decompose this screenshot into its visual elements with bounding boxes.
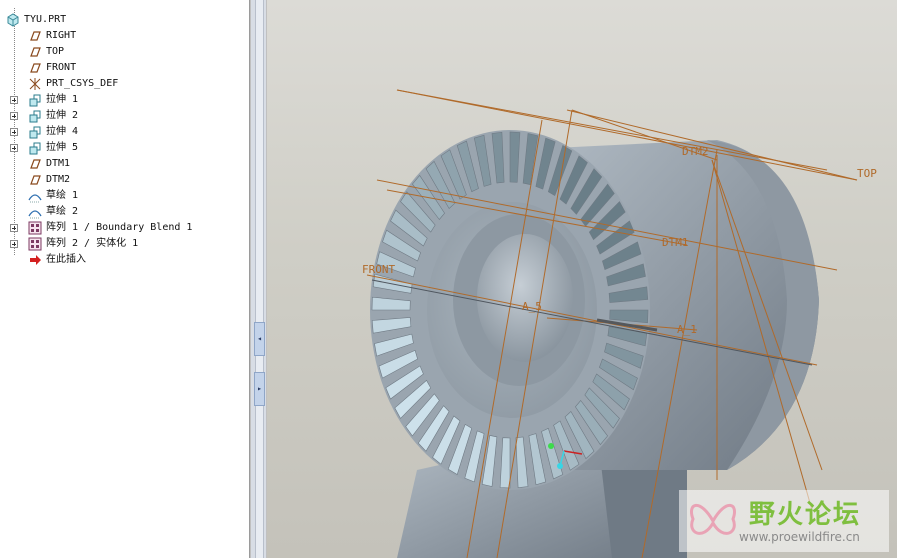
- datum-label-dtm1[interactable]: DTM1: [662, 236, 689, 249]
- tree-item-label: TOP: [46, 46, 65, 57]
- sketch-icon: [28, 194, 42, 203]
- expand-plus-icon[interactable]: [10, 224, 18, 232]
- datum-label-front[interactable]: FRONT: [362, 263, 395, 276]
- datum-plane-icon: [30, 159, 41, 169]
- csys-icon: [29, 78, 41, 90]
- chevron-right-icon: ▸: [257, 384, 262, 393]
- expand-plus-icon[interactable]: [10, 128, 18, 136]
- expand-right-button[interactable]: ▸: [254, 372, 265, 406]
- datum-plane-icon: [30, 175, 41, 185]
- tree-item[interactable]: 拉伸 2: [0, 108, 248, 124]
- tree-item-label: 草绘 2: [46, 206, 79, 217]
- tree-item[interactable]: 拉伸 5: [0, 140, 248, 156]
- tree-item-label: DTM1: [46, 158, 71, 169]
- watermark-title: 野火论坛: [749, 500, 862, 530]
- tree-item[interactable]: 草绘 1: [0, 188, 248, 204]
- tree-item-label: 阵列 2 / 实体化 1: [46, 238, 139, 249]
- extrude-icon: [29, 94, 41, 107]
- datum-plane-icon: [30, 31, 41, 41]
- tree-item[interactable]: 拉伸 1: [0, 92, 248, 108]
- graphics-viewport[interactable]: DTM2 TOP DTM1 FRONT A_5 A_1 野火论坛 www.pro…: [267, 0, 897, 558]
- tree-item-label: DTM2: [46, 174, 71, 185]
- tree-item-label: 阵列 1 / Boundary Blend 1: [46, 222, 193, 233]
- extrude-icon: [29, 126, 41, 139]
- expand-plus-icon[interactable]: [10, 144, 18, 152]
- watermark: 野火论坛 www.proewildfire.cn: [679, 490, 889, 552]
- tree-item[interactable]: DTM2: [0, 172, 248, 188]
- datum-label-top[interactable]: TOP: [857, 167, 877, 180]
- insert-here-arrow-icon: [30, 255, 41, 265]
- tree-item-label: 拉伸 2: [46, 110, 79, 121]
- model-tree-panel: TYU.PRT RIGHT TOP FRONT PRT_CSYS_DEF 拉伸 1 拉伸 …: [0, 0, 250, 558]
- pattern-icon: [28, 221, 42, 235]
- tree-item[interactable]: RIGHT: [0, 28, 248, 44]
- tree-item[interactable]: TOP: [0, 44, 248, 60]
- tree-item[interactable]: 草绘 2: [0, 204, 248, 220]
- butterfly-logo-icon: [690, 503, 736, 535]
- panel-splitter[interactable]: ◂ ▸: [250, 0, 267, 558]
- watermark-url: www.proewildfire.cn: [739, 530, 860, 544]
- tree-item-label: 拉伸 4: [46, 126, 79, 137]
- tree-item-label: 拉伸 5: [46, 142, 79, 153]
- splitter-band: [255, 0, 264, 558]
- expand-plus-icon[interactable]: [10, 240, 18, 248]
- datum-plane-icon: [30, 47, 41, 57]
- tree-item[interactable]: 阵列 1 / Boundary Blend 1: [0, 220, 248, 236]
- tree-item-label: 拉伸 1: [46, 94, 79, 105]
- tree-item-label: 在此插入: [46, 254, 86, 265]
- datum-plane-icon: [30, 63, 41, 73]
- collapse-left-button[interactable]: ◂: [254, 322, 265, 356]
- extrude-icon: [29, 110, 41, 123]
- pattern-icon: [28, 237, 42, 251]
- axis-label-a1[interactable]: A_1: [677, 323, 697, 336]
- sketch-icon: [28, 210, 42, 219]
- expand-plus-icon[interactable]: [10, 96, 18, 104]
- tree-item-label: FRONT: [46, 62, 77, 73]
- tree-item[interactable]: 阵列 2 / 实体化 1: [0, 236, 248, 252]
- tree-root-label: TYU.PRT: [24, 14, 67, 25]
- chevron-left-icon: ◂: [257, 334, 262, 343]
- datum-label-dtm2[interactable]: DTM2: [682, 145, 709, 158]
- tree-root-part[interactable]: TYU.PRT: [0, 12, 248, 28]
- extrude-icon: [29, 142, 41, 155]
- tree-item-label: 草绘 1: [46, 190, 79, 201]
- tree-item-label: PRT_CSYS_DEF: [46, 78, 119, 89]
- gear-bore: [477, 234, 573, 362]
- expand-plus-icon[interactable]: [10, 112, 18, 120]
- tree-item[interactable]: DTM1: [0, 156, 248, 172]
- tree-item[interactable]: 拉伸 4: [0, 124, 248, 140]
- model-view: DTM2 TOP DTM1 FRONT A_5 A_1: [362, 89, 877, 558]
- axis-label-a5[interactable]: A_5: [522, 300, 542, 313]
- tree-item-label: RIGHT: [46, 30, 77, 41]
- tree-item[interactable]: 在此插入: [0, 252, 248, 268]
- part-icon: [7, 13, 19, 27]
- tree-item[interactable]: PRT_CSYS_DEF: [0, 76, 248, 92]
- handle-green: [548, 443, 554, 449]
- tree-item[interactable]: FRONT: [0, 60, 248, 76]
